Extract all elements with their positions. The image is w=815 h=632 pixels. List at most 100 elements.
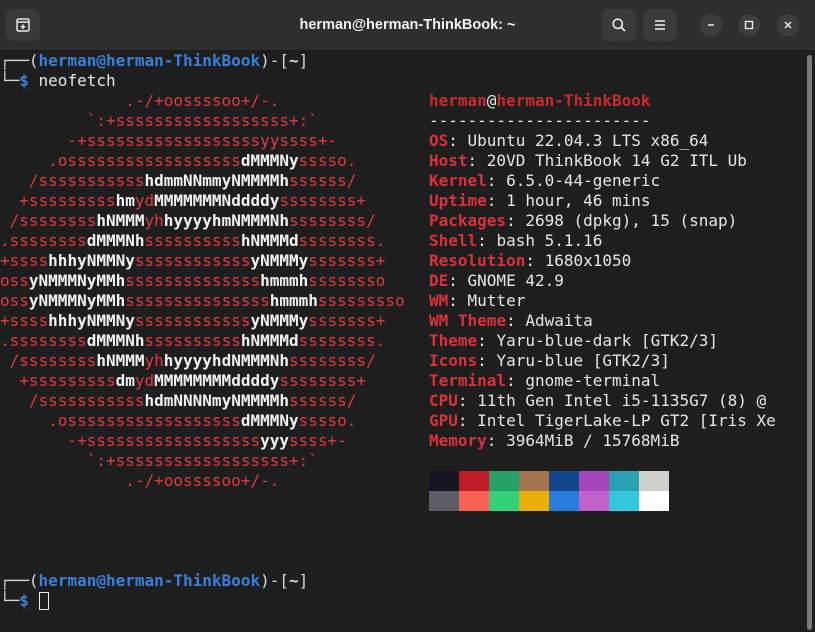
logo-segment: hyyyyhdNMMMNh <box>163 351 289 370</box>
logo-segment: yNMMMNyMMh <box>28 291 126 310</box>
logo-segment: ssssssssssss <box>134 311 251 330</box>
prompt2-corner: ┌──( <box>0 571 39 590</box>
logo-segment: .ssssssss <box>0 331 87 350</box>
logo-segment: /ssssssss <box>0 351 97 370</box>
color-swatch <box>459 491 489 511</box>
logo-segment: /ssssssss <box>0 211 97 230</box>
logo-segment: dm <box>115 371 135 390</box>
info-key: Uptime <box>429 191 487 210</box>
logo-segment: yd <box>134 371 155 390</box>
logo-segment: ssssssss/ <box>289 211 376 230</box>
info-title: herman@herman-ThinkBook <box>429 91 651 111</box>
logo-segment: sssso. <box>298 411 357 430</box>
logo-segment: hyyyyhmNMMMNh <box>163 211 289 230</box>
scrollbar[interactable] <box>807 55 812 630</box>
info-key: Shell <box>429 231 478 250</box>
color-swatch <box>519 491 549 511</box>
menu-button[interactable] <box>643 9 677 41</box>
info-row: WM Theme: Adwaita <box>429 311 593 331</box>
search-icon <box>612 18 626 32</box>
info-row: CPU: 11th Gen Intel i5-1135G7 (8) @ <box>429 391 766 411</box>
color-swatch <box>429 471 459 491</box>
logo-segment: .-/+oossssoo+/-. <box>0 91 280 110</box>
color-swatch <box>609 471 639 491</box>
info-value: : Mutter <box>448 291 526 310</box>
logo-line: ossyNMMMNyMMhsssssssssssssshmmmhssssssso <box>0 271 385 291</box>
logo-line: .-/+oossssoo+/-. <box>0 471 279 491</box>
window-title: herman@herman-ThinkBook: ~ <box>299 17 516 33</box>
minimize-button[interactable] <box>700 14 722 36</box>
logo-segment: hmmmh <box>269 291 318 310</box>
info-key: WM <box>429 291 449 310</box>
info-row: WM: Mutter <box>429 291 525 311</box>
command-text: neofetch <box>28 71 116 90</box>
maximize-icon <box>744 20 754 30</box>
command-line: └─$ neofetch <box>0 71 116 91</box>
color-swatch <box>549 491 579 511</box>
prompt2-bracket-end: ] <box>298 571 309 590</box>
logo-line: /ssssssssssshdmNNNNmyNMMMMhssssss/ <box>0 391 357 411</box>
color-swatch <box>429 491 459 511</box>
logo-segment: dMMMNh <box>86 331 145 350</box>
close-button[interactable] <box>777 14 799 36</box>
prompt2-user-host: herman@herman-ThinkBook <box>38 571 261 590</box>
logo-segment: +ssss <box>0 311 49 330</box>
info-row: Packages: 2698 (dpkg), 15 (snap) <box>429 211 737 231</box>
logo-segment: hm <box>115 191 135 210</box>
info-key: Terminal <box>429 371 507 390</box>
info-row: GPU: Intel TigerLake-LP GT2 [Iris Xe <box>429 411 776 431</box>
logo-segment: sssssss+ <box>308 251 386 270</box>
logo-segment: ssssssso <box>308 271 386 290</box>
info-value: : bash 5.1.16 <box>477 231 603 250</box>
logo-segment: yd <box>134 191 155 210</box>
color-swatch <box>489 471 519 491</box>
prompt2-corner-bottom: └─ <box>0 591 20 610</box>
logo-segment: yh <box>144 351 164 370</box>
info-row: Terminal: gnome-terminal <box>429 371 660 391</box>
prompt-corner-bottom: └─ <box>0 71 20 90</box>
logo-line: +sssshhhyNMMNyssssssssssssyNMMMysssssss+ <box>0 251 385 271</box>
logo-line: -+ssssssssssssssssssyyyssss+- <box>0 431 347 451</box>
color-swatch <box>459 471 489 491</box>
logo-segment: yyy <box>260 431 289 450</box>
logo-segment: ssss+- <box>289 431 347 450</box>
logo-line: .ossssssssssssssssssdMMMNysssso. <box>0 151 356 171</box>
info-value: : Yaru-blue [GTK2/3] <box>477 351 670 370</box>
logo-segment: hdmNNNNmyNMMMMh <box>144 391 290 410</box>
info-value: : Ubuntu 22.04.3 LTS x86_64 <box>448 131 709 150</box>
info-key: CPU <box>429 391 458 410</box>
new-tab-button[interactable] <box>6 9 40 41</box>
logo-segment: sssssssso <box>317 291 405 310</box>
search-button[interactable] <box>602 9 636 41</box>
info-key: Resolution <box>429 251 526 270</box>
color-swatch <box>609 491 639 511</box>
logo-segment: ssssssssss <box>144 331 241 350</box>
close-icon <box>784 21 792 29</box>
info-separator: ----------------------- <box>429 111 651 130</box>
logo-line: `:+ssssssssssssssssss+:` <box>0 111 318 131</box>
logo-segment: .ossssssssssssssssss <box>0 411 241 430</box>
info-value: : Adwaita <box>506 311 593 330</box>
logo-segment: yNMMMy <box>250 311 309 330</box>
info-row: DE: GNOME 42.9 <box>429 271 564 291</box>
maximize-button[interactable] <box>738 14 760 36</box>
color-swatch <box>519 471 549 491</box>
hamburger-menu-icon <box>655 20 665 30</box>
color-swatch <box>579 491 609 511</box>
prompt2-directory: ~ <box>289 571 299 590</box>
info-row: OS: Ubuntu 22.04.3 LTS x86_64 <box>429 131 708 151</box>
logo-line: /sssssssshNMMMyhhyyyyhdNMMMNhssssssss/ <box>0 351 376 371</box>
logo-segment: sssso. <box>298 151 357 170</box>
info-host: herman-ThinkBook <box>496 91 651 110</box>
terminal-output[interactable]: ┌──(herman@herman-ThinkBook)-[~] └─$ neo… <box>0 51 803 632</box>
logo-segment: -+ssssssssssssssssss <box>0 431 261 450</box>
prompt2-input-line[interactable]: └─$ <box>0 591 49 611</box>
logo-segment: ssssss/ <box>289 171 357 190</box>
logo-segment: ssssss/ <box>289 391 357 410</box>
new-tab-icon <box>16 18 30 32</box>
logo-segment: hNMMM <box>96 211 145 230</box>
logo-segment: dMMMNh <box>86 231 145 250</box>
logo-segment: ssssssssssssss <box>125 271 261 290</box>
prompt-dollar: $ <box>19 71 29 90</box>
color-swatch <box>549 471 579 491</box>
